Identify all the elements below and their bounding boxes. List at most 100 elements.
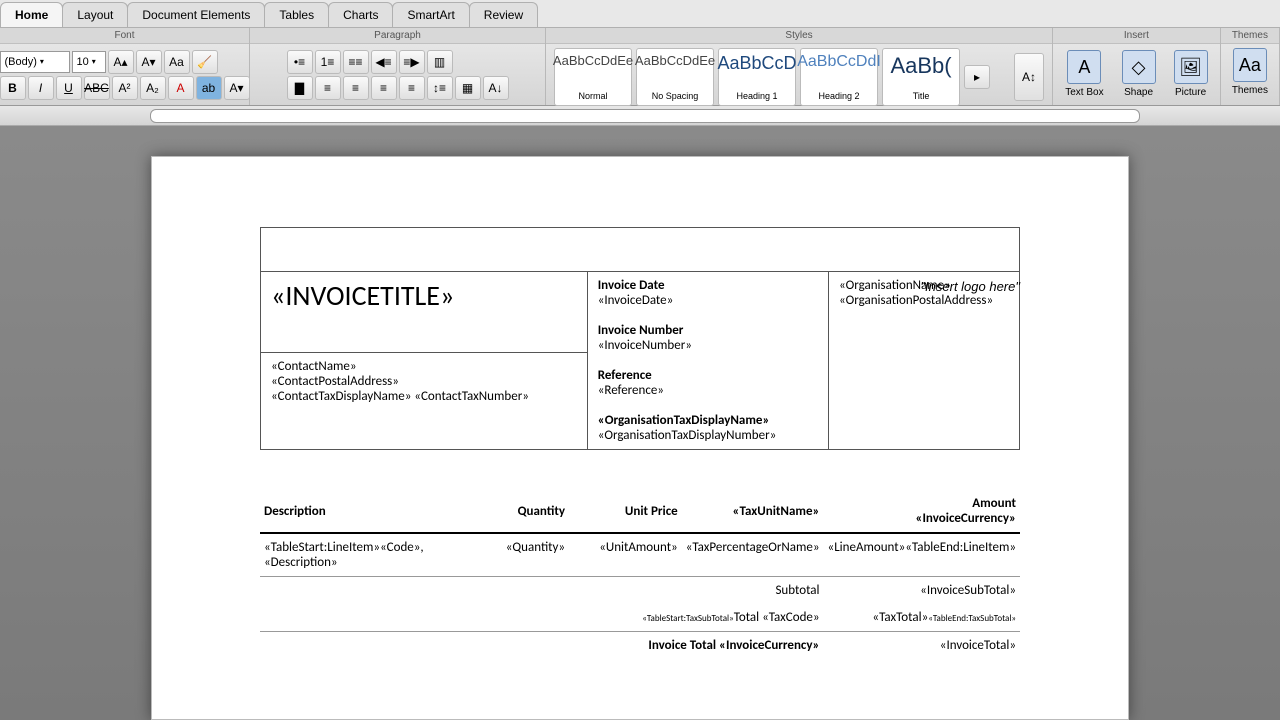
subtotal-value: «InvoiceSubTotal» [824,577,1020,605]
group-font: Font (Body)▾ 10▾ A▴ A▾ Aa 🧹 B I U ABC A²… [0,28,250,105]
sort-button[interactable]: A↓ [483,76,509,100]
invoice-total-label: Invoice Total «InvoiceCurrency» [569,632,823,660]
style-heading-2[interactable]: AaBbCcDdI Heading 2 [800,48,878,106]
bullets-button[interactable]: •≡ [287,50,313,74]
document-page[interactable]: "Insert logo here" «INVOICETITLE» Invoic… [151,156,1129,720]
style-heading-1[interactable]: AaBbCcD Heading 1 [718,48,796,106]
superscript-button[interactable]: A² [112,76,138,100]
label-invoice-date: Invoice Date [598,278,818,293]
styles-more-button[interactable]: ▸ [964,65,990,89]
style-no-spacing[interactable]: AaBbCcDdEe No Spacing [636,48,714,106]
tab-review[interactable]: Review [469,2,538,27]
invoice-lines-table: Description Quantity Unit Price «TaxUnit… [260,490,1020,659]
justify-button[interactable]: ≡ [399,76,425,100]
highlight-button[interactable]: ab [196,76,222,100]
line-amount: «LineAmount»«TableEnd:LineItem» [824,533,1020,577]
text-box-icon: A [1067,50,1101,84]
italic-button[interactable]: I [28,76,54,100]
tab-tables[interactable]: Tables [264,2,329,27]
line-tax: «TaxPercentageOrName» [682,533,824,577]
invoice-total-value: «InvoiceTotal» [824,632,1020,660]
clear-format-button[interactable]: 🧹 [192,50,218,74]
org-postal: «OrganisationPostalAddress» [839,293,1009,308]
horizontal-ruler[interactable] [0,106,1280,126]
line-spacing-button[interactable]: ↕≡ [427,76,453,100]
label-org-tax: «OrganisationTaxDisplayName» [598,413,818,428]
underline-button[interactable]: U [56,76,82,100]
logo-placeholder: "Insert logo here" [920,279,1020,294]
ribbon: Font (Body)▾ 10▾ A▴ A▾ Aa 🧹 B I U ABC A²… [0,28,1280,106]
document-area: "Insert logo here" «INVOICETITLE» Invoic… [0,126,1280,720]
themes-button[interactable]: Aa Themes [1224,44,1276,96]
tax-total-label: «TableStart:TaxSubTotal»Total «TaxCode» [569,604,823,632]
align-right-button[interactable]: ≡ [371,76,397,100]
subtotal-label: Subtotal [569,577,823,605]
bold-button[interactable]: B [0,76,26,100]
chevron-down-icon: ▾ [37,57,47,66]
multilevel-button[interactable]: ≡≡ [343,50,369,74]
tab-charts[interactable]: Charts [328,2,393,27]
tab-layout[interactable]: Layout [62,2,128,27]
contact-postal: «ContactPostalAddress» [271,374,577,389]
picture-icon: 🖼 [1174,50,1208,84]
align-left-button[interactable]: ≡ [315,76,341,100]
ribbon-tabs: Home Layout Document Elements Tables Cha… [0,0,1280,28]
col-description: Description [260,490,476,533]
col-unit-price: Unit Price [569,490,682,533]
themes-icon: Aa [1233,48,1267,82]
tab-home[interactable]: Home [0,2,63,27]
shading-button[interactable]: ▇ [287,76,313,100]
invoice-header-table: «INVOICETITLE» Invoice Date «InvoiceDate… [260,227,1020,450]
style-title[interactable]: AaBb( Title [882,48,960,106]
label-invoice-number: Invoice Number [598,323,818,338]
borders-button[interactable]: ▦ [455,76,481,100]
font-name-select[interactable]: (Body)▾ [0,51,70,73]
group-paragraph: Paragraph •≡ 1≡ ≡≡ ◀≡ ≡▶ ▥ ▇ ≡ ≡ ≡ ≡ ↕≡ … [250,28,546,105]
font-color-button[interactable]: A [168,76,194,100]
tax-total-value: «TaxTotal»«TableEnd:TaxSubTotal» [824,604,1020,632]
value-invoice-date: «InvoiceDate» [598,293,818,308]
numbering-button[interactable]: 1≡ [315,50,341,74]
shape-icon: ◇ [1122,50,1156,84]
insert-shape[interactable]: ◇ Shape [1114,46,1164,98]
group-label-font: Font [0,28,249,44]
line-unit: «UnitAmount» [569,533,682,577]
group-label-styles: Styles [546,28,1052,44]
change-case-button[interactable]: Aa [164,50,190,74]
col-tax-unit: «TaxUnitName» [682,490,824,533]
group-styles: Styles AaBbCcDdEe Normal AaBbCcDdEe No S… [546,28,1053,105]
value-reference: «Reference» [598,383,818,398]
align-center-button[interactable]: ≡ [343,76,369,100]
line-desc: «TableStart:LineItem»«Code», «Descriptio… [260,533,476,577]
tab-document-elements[interactable]: Document Elements [127,2,265,27]
shrink-font-button[interactable]: A▾ [136,50,162,74]
group-insert: Insert A Text Box ◇ Shape 🖼 Picture [1053,28,1221,105]
tab-smartart[interactable]: SmartArt [392,2,469,27]
group-label-themes: Themes [1221,28,1279,44]
columns-button[interactable]: ▥ [427,50,453,74]
group-label-paragraph: Paragraph [250,28,545,44]
font-size-select[interactable]: 10▾ [72,51,106,73]
grow-font-button[interactable]: A▴ [108,50,134,74]
group-label-insert: Insert [1053,28,1220,44]
value-invoice-number: «InvoiceNumber» [598,338,818,353]
ruler-track [150,109,1140,123]
subscript-button[interactable]: A₂ [140,76,166,100]
insert-text-box[interactable]: A Text Box [1057,46,1111,98]
increase-indent-button[interactable]: ≡▶ [399,50,425,74]
contact-tax: «ContactTaxDisplayName» «ContactTaxNumbe… [271,389,577,404]
contact-name: «ContactName» [271,359,577,374]
col-quantity: Quantity [476,490,569,533]
font-color-dropdown[interactable]: A▾ [224,76,250,100]
styles-pane-button[interactable]: A↕ [1014,53,1044,101]
style-normal[interactable]: AaBbCcDdEe Normal [554,48,632,106]
value-org-tax-num: «OrganisationTaxDisplayNumber» [598,428,818,443]
chevron-down-icon: ▾ [89,57,99,66]
line-qty: «Quantity» [476,533,569,577]
col-amount: Amount «InvoiceCurrency» [824,490,1020,533]
decrease-indent-button[interactable]: ◀≡ [371,50,397,74]
group-themes: Themes Aa Themes [1221,28,1280,105]
insert-picture[interactable]: 🖼 Picture [1166,46,1216,98]
label-reference: Reference [598,368,818,383]
strike-button[interactable]: ABC [84,76,110,100]
